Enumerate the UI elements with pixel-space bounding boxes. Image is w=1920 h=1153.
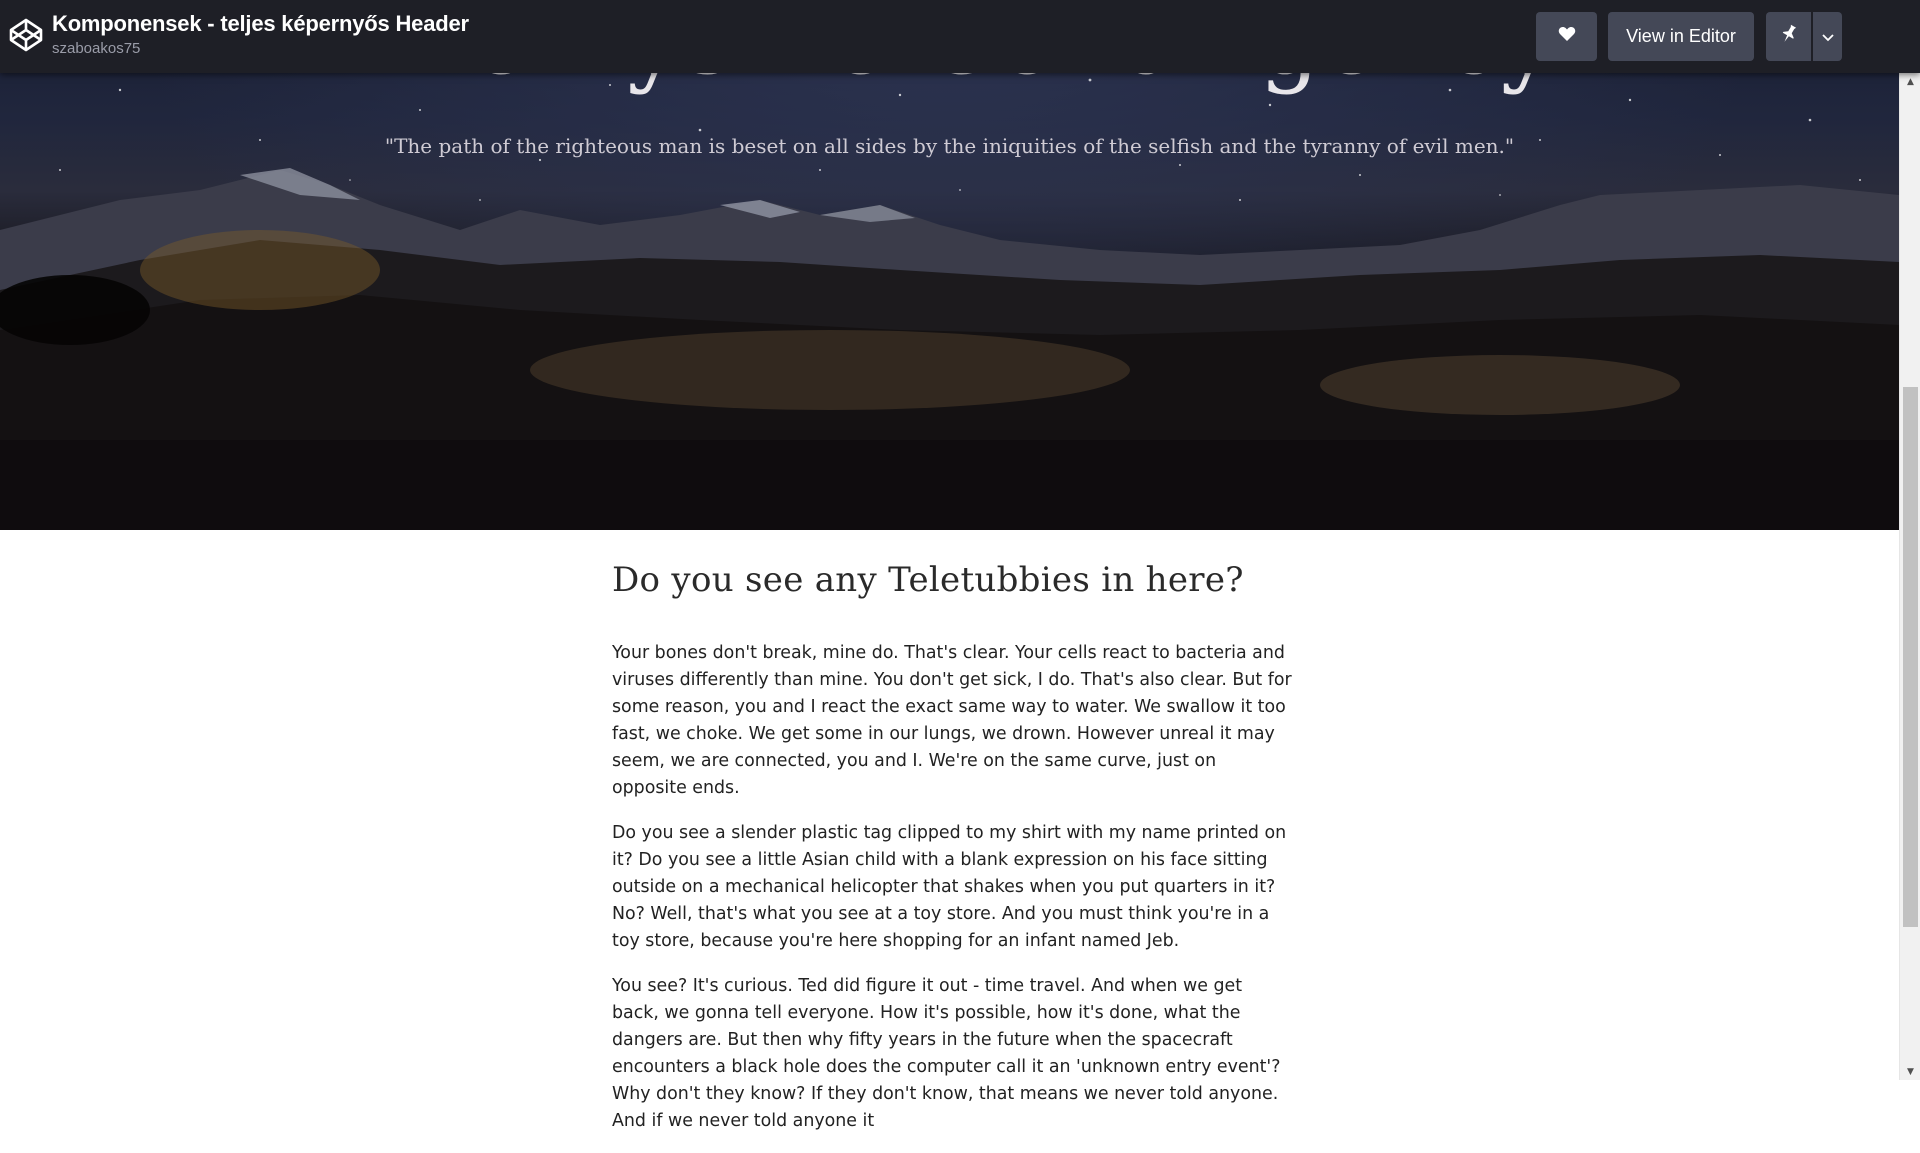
- pen-title: Komponensek - teljes képernyős Header: [52, 11, 469, 36]
- heart-icon: [1558, 26, 1576, 47]
- like-button[interactable]: [1536, 12, 1597, 61]
- codepen-logo-icon[interactable]: [8, 17, 44, 53]
- vertical-scrollbar[interactable]: ▲ ▼: [1899, 73, 1920, 1080]
- view-in-editor-button[interactable]: View in Editor: [1608, 12, 1754, 61]
- scrollbar-thumb[interactable]: [1903, 387, 1918, 927]
- article-paragraph: Do you see a slender plastic tag clipped…: [612, 823, 1287, 951]
- hero-quote: "The path of the righteous man is beset …: [384, 134, 1515, 158]
- pen-author[interactable]: szaboakos75: [52, 40, 140, 57]
- codepen-header-bar: Komponensek - teljes képernyős Header sz…: [0, 0, 1920, 73]
- pin-icon: [1781, 24, 1797, 49]
- article-heading: Do you see any Teletubbies in here?: [612, 560, 1244, 600]
- chevron-down-icon: [1821, 26, 1834, 47]
- article-paragraph: Your bones don't break, mine do. That's …: [612, 643, 1292, 798]
- scroll-up-arrow-icon[interactable]: ▲: [1900, 73, 1920, 90]
- hero-section: The Lysine Contingency "The path of the …: [0, 0, 1899, 530]
- article-content: Do you see any Teletubbies in here? Your…: [612, 560, 1292, 1153]
- article-paragraph: You see? It's curious. Ted did figure it…: [612, 976, 1281, 1131]
- pin-button[interactable]: [1766, 12, 1811, 61]
- more-options-dropdown[interactable]: [1813, 12, 1842, 61]
- scroll-down-arrow-icon[interactable]: ▼: [1900, 1063, 1920, 1080]
